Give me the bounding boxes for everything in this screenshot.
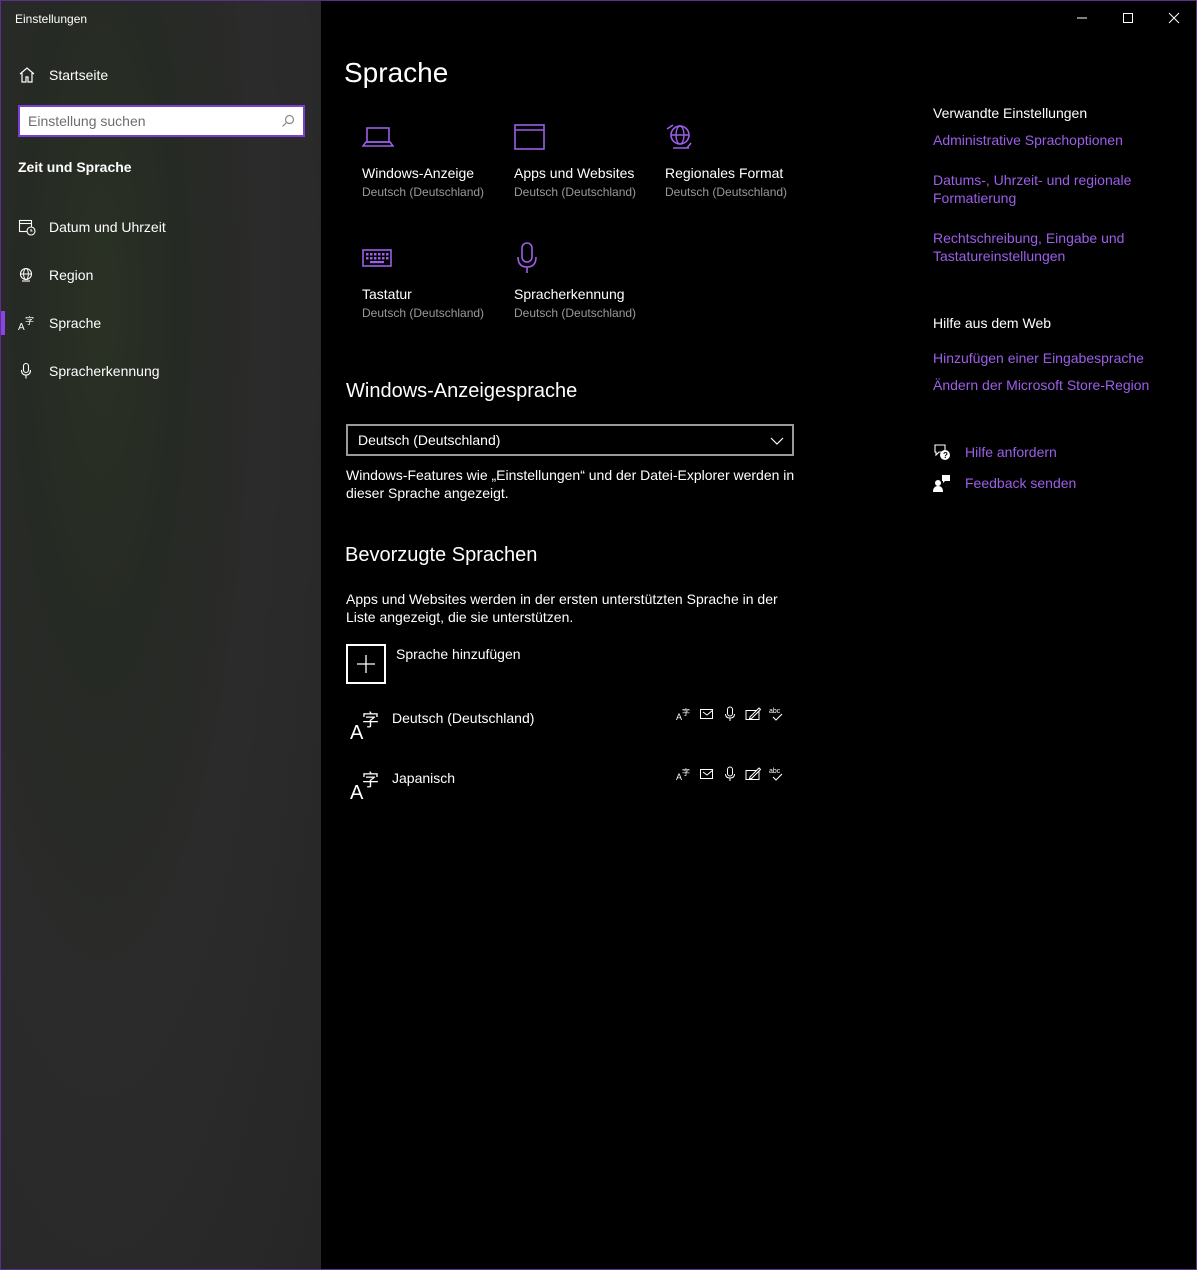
tile-name: Windows-Anzeige xyxy=(362,165,475,181)
dropdown-value: Deutsch (Deutschland) xyxy=(358,432,501,448)
language-name: Deutsch (Deutschland) xyxy=(392,710,535,726)
tile-windows-anzeige[interactable]: Windows-Anzeige Deutsch (Deutschland) xyxy=(362,121,512,221)
text-to-speech-icon xyxy=(700,769,714,779)
svg-text:字: 字 xyxy=(362,711,379,731)
speech-recognition-icon xyxy=(725,766,735,781)
settings-window: Einstellungen Startseite Zeit und Sprach… xyxy=(0,0,1197,1270)
link-datums-formatierung[interactable]: Datums-, Uhrzeit- und regionale Formatie… xyxy=(933,171,1173,207)
related-settings-heading: Verwandte Einstellungen xyxy=(933,105,1088,121)
spellcheck-icon: abc xyxy=(769,768,783,781)
maximize-button[interactable] xyxy=(1105,1,1151,33)
svg-text:字: 字 xyxy=(682,767,690,777)
text-to-speech-icon xyxy=(700,709,714,719)
handwriting-icon xyxy=(745,767,761,780)
svg-text:A: A xyxy=(18,322,25,332)
feedback-person-icon xyxy=(933,475,950,492)
get-help-label: Hilfe anfordern xyxy=(965,444,1057,460)
language-name: Japanisch xyxy=(392,770,456,786)
browser-window-icon xyxy=(514,124,545,150)
tile-subtitle: Deutsch (Deutschland) xyxy=(514,306,637,320)
laptop-icon xyxy=(362,127,394,147)
close-icon xyxy=(1168,12,1180,24)
display-language-dropdown[interactable]: Deutsch (Deutschland) xyxy=(346,424,794,456)
sidebar-item-spracherkennung[interactable]: Spracherkennung xyxy=(1,351,321,391)
chevron-down-icon xyxy=(770,437,784,445)
svg-text:abc: abc xyxy=(769,708,781,715)
link-store-region[interactable]: Ändern der Microsoft Store-Region xyxy=(933,376,1173,394)
speech-recognition-icon xyxy=(725,706,735,721)
maximize-icon xyxy=(1123,13,1133,23)
home-nav-item[interactable]: Startseite xyxy=(1,57,321,93)
section-title: Zeit und Sprache xyxy=(18,159,132,175)
spellcheck-icon: abc xyxy=(769,708,783,721)
language-icon: A 字 xyxy=(350,771,379,802)
tile-subtitle: Deutsch (Deutschland) xyxy=(362,306,485,320)
tile-subtitle: Deutsch (Deutschland) xyxy=(362,185,485,199)
tile-subtitle: Deutsch (Deutschland) xyxy=(514,185,637,199)
feedback-link[interactable]: Feedback senden xyxy=(933,474,1173,496)
sidebar-item-label: Region xyxy=(49,267,94,283)
calendar-clock-icon xyxy=(18,219,36,236)
link-rechtschreibung-eingabe[interactable]: Rechtschreibung, Eingabe und Tastaturein… xyxy=(933,229,1173,265)
active-indicator xyxy=(1,311,5,335)
help-web-heading: Hilfe aus dem Web xyxy=(933,315,1052,331)
microphone-icon xyxy=(517,242,537,273)
tile-spracherkennung[interactable]: Spracherkennung Deutsch (Deutschland) xyxy=(514,242,664,342)
svg-text:?: ? xyxy=(943,451,948,460)
tile-name: Apps und Websites xyxy=(514,165,635,181)
search-input[interactable] xyxy=(28,111,278,131)
search-box[interactable] xyxy=(18,105,305,137)
home-label: Startseite xyxy=(49,67,109,83)
sidebar-item-datum-und-uhrzeit[interactable]: Datum und Uhrzeit xyxy=(1,207,321,247)
feedback-label: Feedback senden xyxy=(965,475,1077,491)
language-item-japanisch[interactable]: A 字 Japanisch A字 abc xyxy=(346,766,796,810)
sidebar: Einstellungen Startseite Zeit und Sprach… xyxy=(1,1,321,1269)
page-title: Sprache xyxy=(344,57,449,88)
sidebar-item-label: Spracherkennung xyxy=(49,363,160,379)
minimize-icon xyxy=(1077,17,1087,19)
handwriting-icon xyxy=(745,707,761,720)
sidebar-item-sprache[interactable]: A 字 Sprache xyxy=(1,303,321,343)
display-language-heading: Windows-Anzeigesprache xyxy=(346,380,578,402)
display-language-icon: A字 xyxy=(676,707,690,722)
search-icon[interactable] xyxy=(281,114,295,128)
minimize-button[interactable] xyxy=(1059,1,1105,33)
keyboard-icon xyxy=(362,249,392,267)
close-button[interactable] xyxy=(1151,1,1197,33)
svg-text:字: 字 xyxy=(682,707,690,717)
display-language-icon: A字 xyxy=(676,767,690,782)
add-language-button[interactable] xyxy=(346,644,386,684)
language-icon: A 字 xyxy=(18,315,34,332)
sidebar-item-region[interactable]: Region xyxy=(1,255,321,295)
sidebar-item-label: Datum und Uhrzeit xyxy=(49,219,166,235)
svg-text:字: 字 xyxy=(362,771,379,791)
globe-icon xyxy=(19,267,33,282)
link-administrative-sprachoptionen[interactable]: Administrative Sprachoptionen xyxy=(933,131,1173,149)
svg-text:abc: abc xyxy=(769,768,781,775)
tile-name: Regionales Format xyxy=(665,165,784,181)
add-language-label[interactable]: Sprache hinzufügen xyxy=(396,646,521,662)
language-item-deutsch[interactable]: A 字 Deutsch (Deutschland) A字 abc xyxy=(346,706,796,750)
preferred-languages-heading: Bevorzugte Sprachen xyxy=(345,544,538,566)
tile-name: Spracherkennung xyxy=(514,286,625,302)
app-title: Einstellungen xyxy=(15,12,88,26)
home-icon xyxy=(19,67,35,83)
tile-subtitle: Deutsch (Deutschland) xyxy=(665,185,788,199)
get-help-link[interactable]: ? Hilfe anfordern xyxy=(933,443,1173,465)
svg-text:字: 字 xyxy=(25,315,34,327)
plus-icon xyxy=(357,655,375,673)
tile-apps-und-websites[interactable]: Apps und Websites Deutsch (Deutschland) xyxy=(514,121,664,221)
sidebar-item-label: Sprache xyxy=(49,315,102,331)
link-eingabesprache[interactable]: Hinzufügen einer Eingabesprache xyxy=(933,349,1173,367)
tile-tastatur[interactable]: Tastatur Deutsch (Deutschland) xyxy=(362,242,512,342)
language-icon: A 字 xyxy=(350,711,379,742)
globe-format-icon xyxy=(666,124,692,149)
tile-regionales-format[interactable]: Regionales Format Deutsch (Deutschland) xyxy=(665,121,815,221)
display-language-description: Windows-Features wie „Einstellungen“ und… xyxy=(346,467,795,501)
microphone-icon xyxy=(20,362,32,379)
tile-name: Tastatur xyxy=(362,286,412,302)
preferred-languages-description: Apps und Websites werden in der ersten u… xyxy=(346,591,778,625)
help-chat-icon: ? xyxy=(934,444,950,460)
